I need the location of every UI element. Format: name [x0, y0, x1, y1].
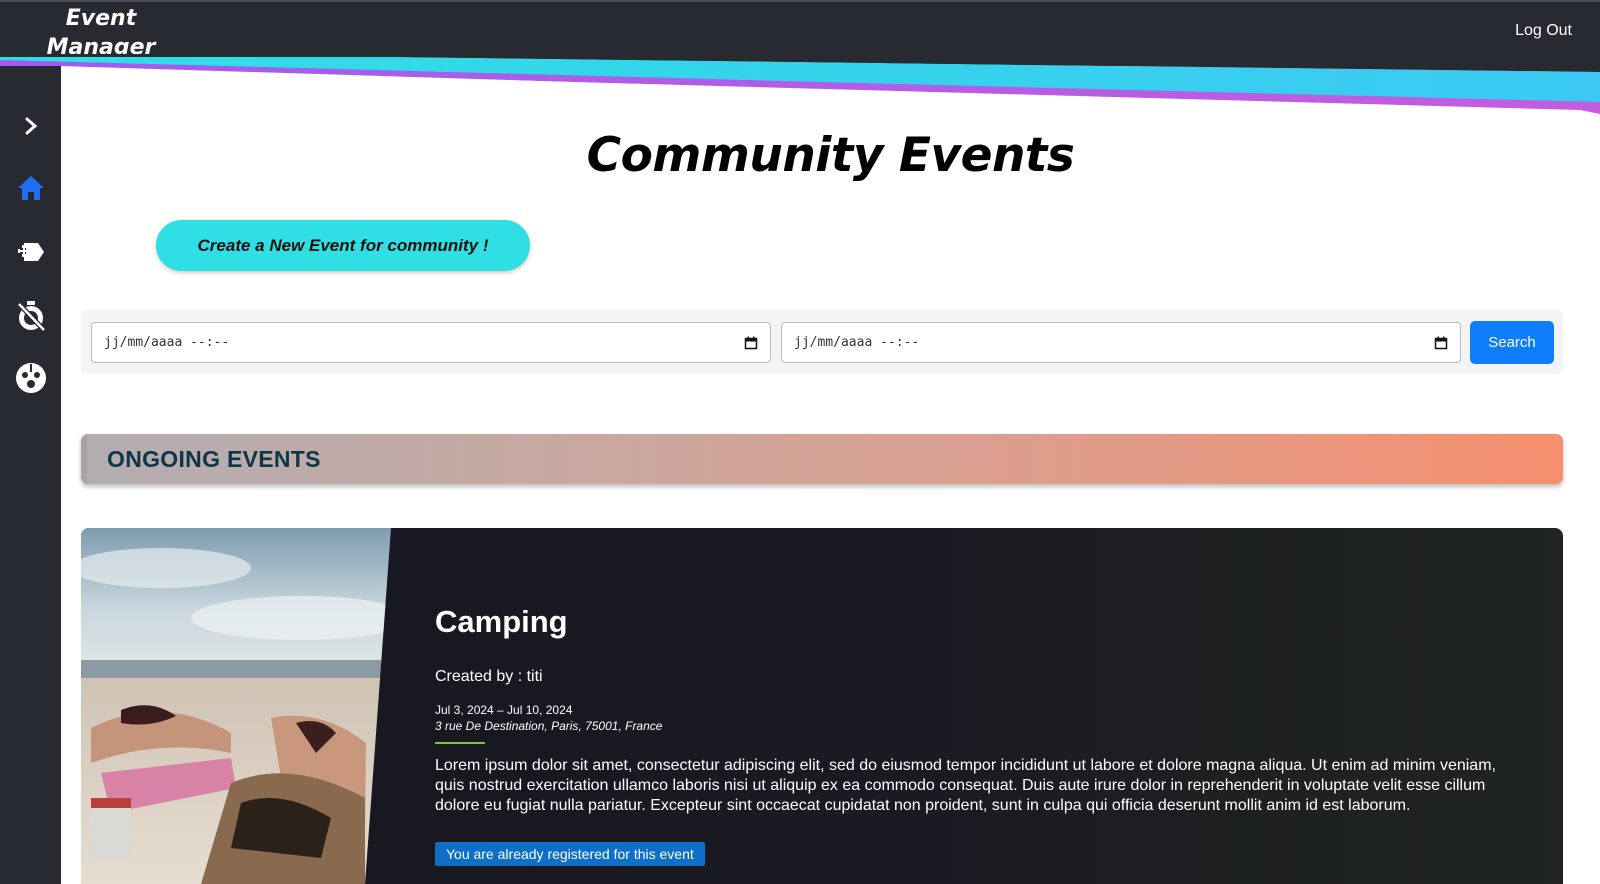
logout-link[interactable]: Log Out	[1515, 22, 1572, 40]
create-event-button[interactable]: Create a New Event for community !	[156, 220, 530, 271]
sidebar	[0, 66, 61, 884]
start-date-input[interactable]: jj/mm/aaaa --:--	[91, 322, 771, 363]
event-photo	[81, 528, 391, 884]
event-creator: Created by : titi	[435, 668, 543, 685]
event-card[interactable]: Camping Created by : titi Jul 3, 2024 – …	[81, 528, 1563, 884]
page-title: Community Events	[586, 128, 1075, 183]
sidebar-item-home[interactable]	[0, 166, 61, 210]
calendar-icon[interactable]	[744, 336, 758, 350]
ongoing-events-header: ONGOING EVENTS	[81, 434, 1563, 484]
sidebar-expand-button[interactable]	[0, 104, 61, 148]
home-icon	[17, 176, 44, 200]
sidebar-item-add-event[interactable]	[0, 230, 61, 274]
timer-off-icon	[16, 301, 46, 332]
event-address: 3 rue De Destination, Paris, 75001, Fran…	[435, 719, 663, 733]
brand-line-1: Event	[65, 6, 137, 31]
ongoing-events-label: ONGOING EVENTS	[107, 446, 321, 472]
start-date-placeholder: jj/mm/aaaa --:--	[104, 335, 230, 350]
header-wave-decoration	[0, 54, 1600, 114]
sidebar-item-community[interactable]	[0, 356, 61, 400]
event-dates: Jul 3, 2024 – Jul 10, 2024	[435, 703, 573, 717]
search-button[interactable]: Search	[1470, 321, 1554, 364]
registration-status-badge: You are already registered for this even…	[435, 842, 705, 866]
add-ticket-icon	[17, 243, 44, 261]
calendar-icon[interactable]	[1434, 336, 1448, 350]
title-divider	[435, 742, 485, 744]
community-icon	[15, 363, 46, 393]
end-date-input[interactable]: jj/mm/aaaa --:--	[781, 322, 1461, 363]
chevron-right-icon	[25, 117, 37, 135]
end-date-placeholder: jj/mm/aaaa --:--	[794, 335, 920, 350]
event-description: Lorem ipsum dolor sit amet, consectetur …	[435, 757, 1496, 814]
sidebar-item-past-events[interactable]	[0, 294, 61, 338]
date-filter-bar: jj/mm/aaaa --:-- jj/mm/aaaa --:-- Search	[81, 310, 1563, 374]
event-title: Camping	[435, 604, 568, 639]
